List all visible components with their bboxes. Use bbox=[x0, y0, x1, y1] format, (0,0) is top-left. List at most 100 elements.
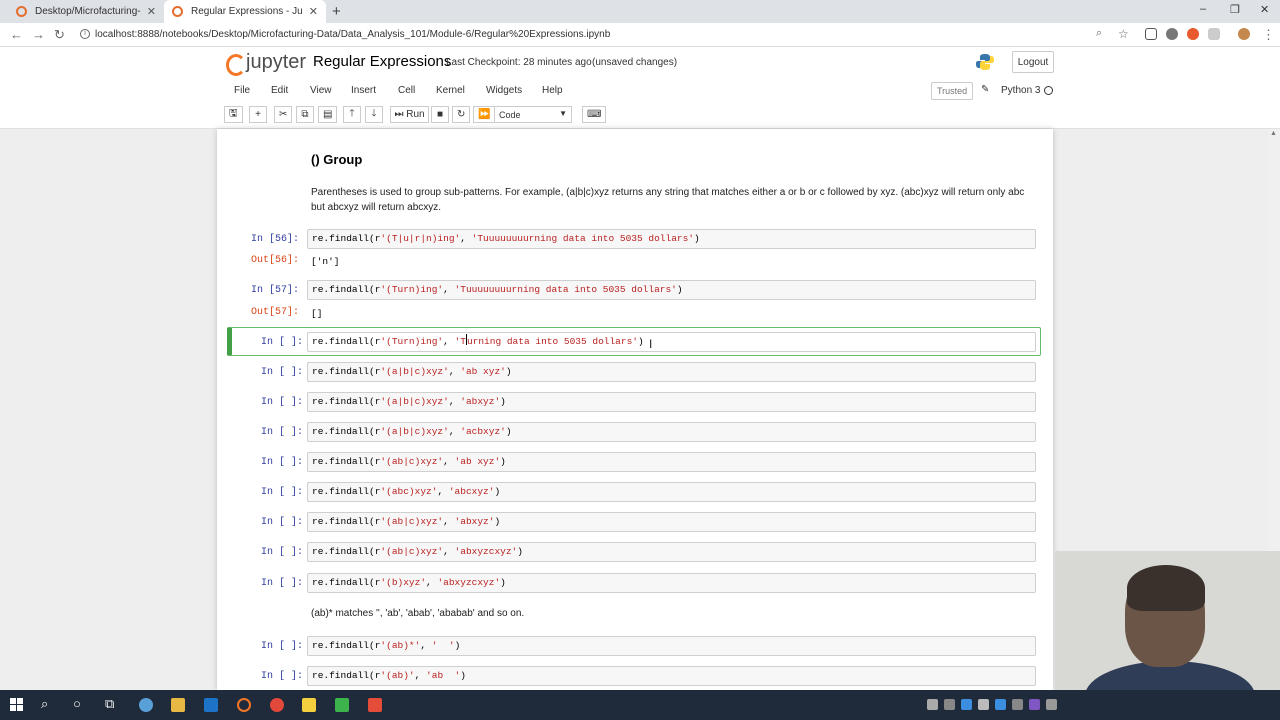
copy-icon[interactable]: ⧉ bbox=[296, 106, 314, 123]
logout-button[interactable]: Logout bbox=[1012, 51, 1054, 73]
menu-widgets[interactable]: Widgets bbox=[486, 85, 522, 96]
jupyter-favicon-icon bbox=[172, 6, 183, 17]
code-cell-input[interactable]: re.findall(r'(ab|c)xyz', 'abxyz') bbox=[307, 512, 1036, 532]
tray-icon[interactable] bbox=[944, 699, 955, 710]
code-text: re.findall(r bbox=[312, 233, 381, 244]
extension-icon[interactable] bbox=[1166, 28, 1178, 40]
run-button[interactable]: ⏭ Run bbox=[390, 106, 429, 123]
menu-edit[interactable]: Edit bbox=[271, 85, 288, 96]
maximize-window-button[interactable]: ❐ bbox=[1230, 3, 1240, 16]
menu-help[interactable]: Help bbox=[542, 85, 563, 96]
code-cell-input[interactable]: re.findall(r'(Turn)ing', 'Tuuuuuuuurning… bbox=[307, 280, 1036, 300]
reload-icon[interactable]: ↻ bbox=[54, 27, 65, 43]
tray-icon[interactable] bbox=[1012, 699, 1023, 710]
browser-menu-icon[interactable]: ⋮ bbox=[1262, 27, 1275, 43]
chrome-icon[interactable] bbox=[270, 698, 284, 712]
scroll-up-icon[interactable]: ▲ bbox=[1270, 130, 1277, 137]
chevron-down-icon: ▼ bbox=[559, 109, 567, 118]
extension-icon[interactable] bbox=[1187, 28, 1199, 40]
code-text: ) bbox=[694, 233, 700, 244]
code-cell-input[interactable]: re.findall(r'(ab)', 'ab ') bbox=[307, 666, 1036, 686]
url-field[interactable]: localhost:8888/notebooks/Desktop/Microfa… bbox=[95, 29, 610, 40]
tray-icon[interactable] bbox=[927, 699, 938, 710]
windows-start-icon[interactable] bbox=[10, 698, 24, 712]
code-string: '(a|b|c)xyz' bbox=[380, 366, 449, 377]
cell-type-select[interactable]: Code ▼ bbox=[494, 106, 572, 123]
code-text: re.findall(r bbox=[312, 284, 381, 295]
notebook-name[interactable]: Regular Expressions bbox=[313, 53, 451, 70]
code-string: '(Turn)ing' bbox=[380, 336, 444, 347]
tray-icon[interactable] bbox=[1029, 699, 1040, 710]
code-cell-input[interactable]: re.findall(r'(abc)xyz', 'abcxyz') bbox=[307, 482, 1036, 502]
code-cell-input[interactable]: re.findall(r'(ab|c)xyz', 'abxyzcxyz') bbox=[307, 542, 1036, 562]
code-cell-input[interactable]: re.findall(r'(ab)*', ' ') bbox=[307, 636, 1036, 656]
camtasia-icon[interactable] bbox=[335, 698, 349, 712]
close-tab-icon[interactable]: ✕ bbox=[147, 5, 156, 18]
zoom-icon[interactable]: ⌕ bbox=[1096, 27, 1102, 40]
info-icon[interactable]: i bbox=[80, 29, 90, 39]
restart-run-all-icon[interactable]: ⏩ bbox=[473, 106, 496, 123]
bookmark-star-icon[interactable]: ☆ bbox=[1118, 27, 1129, 41]
interrupt-kernel-icon[interactable]: ■ bbox=[431, 106, 449, 123]
jupyter-app-icon[interactable] bbox=[237, 698, 251, 712]
code-cell-input[interactable]: re.findall(r'(ab|c)xyz', 'ab xyz') bbox=[307, 452, 1036, 472]
jupyter-logo[interactable]: jupyter bbox=[224, 51, 306, 76]
search-icon[interactable]: ⌕ bbox=[41, 696, 48, 712]
code-cell-input[interactable]: re.findall(r'(T|u|r|n)ing', 'Tuuuuuuuurn… bbox=[307, 229, 1036, 249]
tab-title: Regular Expressions - Jupyter No bbox=[191, 6, 303, 17]
file-explorer-icon[interactable] bbox=[171, 698, 185, 712]
app-icon[interactable] bbox=[302, 698, 316, 712]
tray-icon[interactable] bbox=[978, 699, 989, 710]
outlook-icon[interactable] bbox=[204, 698, 218, 712]
restart-kernel-icon[interactable]: ↻ bbox=[452, 106, 471, 123]
task-view-icon[interactable]: ⧉ bbox=[105, 696, 114, 712]
paste-icon[interactable]: ▤ bbox=[318, 106, 338, 123]
trusted-indicator[interactable]: Trusted bbox=[931, 82, 974, 100]
menu-insert[interactable]: Insert bbox=[351, 85, 376, 96]
close-tab-icon[interactable]: ✕ bbox=[309, 5, 318, 18]
cortana-icon[interactable]: ○ bbox=[73, 696, 81, 711]
kernel-name: Python 3 bbox=[1001, 85, 1041, 96]
code-string: '(ab)*' bbox=[380, 640, 421, 651]
run-label: Run bbox=[406, 109, 425, 120]
menu-file[interactable]: File bbox=[234, 85, 250, 96]
insert-cell-below-icon[interactable]: + bbox=[249, 106, 267, 123]
save-icon[interactable]: 🖫 bbox=[224, 106, 243, 123]
jupyter-favicon-icon bbox=[16, 6, 27, 17]
code-string: '(ab)' bbox=[380, 670, 415, 681]
app-icon[interactable] bbox=[139, 698, 153, 712]
extension-icon[interactable] bbox=[1208, 28, 1220, 40]
code-text: re.findall(r bbox=[312, 546, 381, 557]
input-prompt: In [56]: bbox=[250, 234, 299, 245]
menu-kernel[interactable]: Kernel bbox=[436, 85, 465, 96]
menu-view[interactable]: View bbox=[310, 85, 332, 96]
code-text: , bbox=[426, 577, 438, 588]
browser-tab-1[interactable]: Desktop/Microfacturing-Data/Da ✕ bbox=[8, 0, 164, 23]
forward-arrow-icon[interactable]: → bbox=[32, 27, 45, 42]
browser-tab-2[interactable]: Regular Expressions - Jupyter No ✕ bbox=[164, 0, 326, 23]
code-text: re.findall(r bbox=[312, 366, 381, 377]
code-cell-input[interactable]: re.findall(r'(a|b|c)xyz', 'abxyz') bbox=[307, 392, 1036, 412]
minimize-window-button[interactable]: – bbox=[1200, 3, 1206, 15]
tray-icon[interactable] bbox=[961, 699, 972, 710]
code-cell-input[interactable]: re.findall(r'(a|b|c)xyz', 'ab xyz') bbox=[307, 362, 1036, 382]
back-arrow-icon[interactable]: ← bbox=[10, 27, 23, 42]
command-palette-icon[interactable]: ⌨ bbox=[582, 106, 607, 123]
recorder-icon[interactable] bbox=[368, 698, 382, 712]
extension-icon[interactable] bbox=[1145, 28, 1157, 40]
code-cell-input-active[interactable]: re.findall(r'(Turn)ing', 'Turning data i… bbox=[307, 332, 1036, 352]
profile-avatar[interactable] bbox=[1238, 28, 1250, 40]
tray-icon[interactable] bbox=[1046, 699, 1057, 710]
bluetooth-icon[interactable] bbox=[995, 699, 1006, 710]
move-down-icon[interactable]: 🡓 bbox=[365, 106, 383, 123]
code-text: ) bbox=[494, 516, 501, 527]
new-tab-button[interactable]: + bbox=[332, 3, 341, 20]
code-cell-input[interactable]: re.findall(r'(a|b|c)xyz', 'acbxyz') bbox=[307, 422, 1036, 442]
move-up-icon[interactable]: 🡑 bbox=[343, 106, 361, 123]
cut-icon[interactable]: ✂ bbox=[274, 106, 293, 123]
code-cell-input[interactable]: re.findall(r'(b)xyz', 'abxyzcxyz') bbox=[307, 573, 1036, 593]
close-window-button[interactable]: ✕ bbox=[1260, 3, 1269, 16]
menu-bar: File Edit View Insert Cell Kernel Widget… bbox=[224, 82, 1054, 102]
menu-cell[interactable]: Cell bbox=[398, 85, 415, 96]
code-text: ) bbox=[676, 284, 683, 295]
